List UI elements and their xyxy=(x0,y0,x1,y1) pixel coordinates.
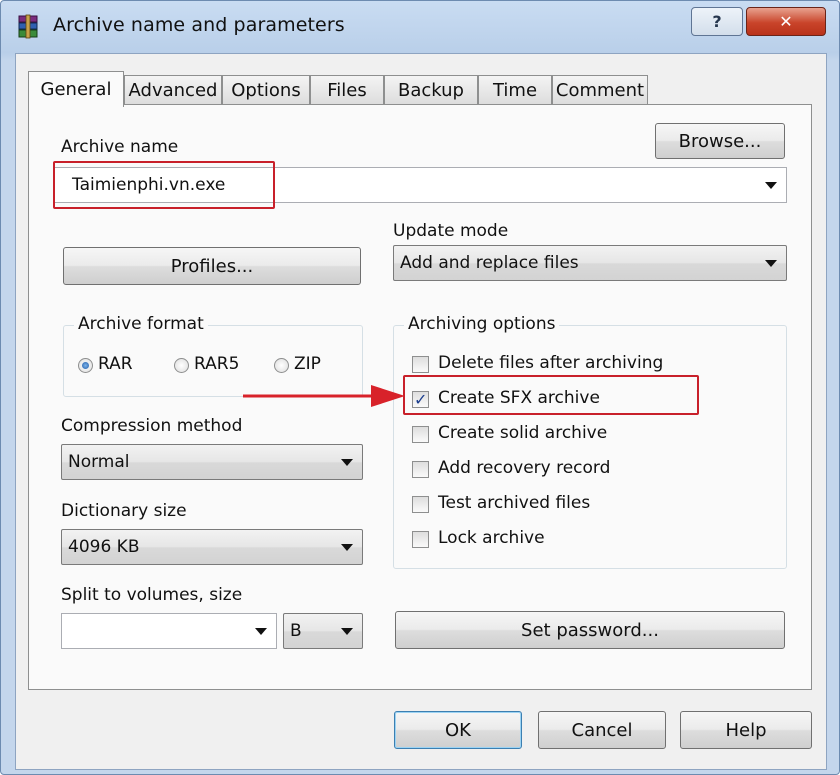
checkbox-lock-archive[interactable] xyxy=(412,531,429,548)
update-mode-value: Add and replace files xyxy=(400,253,579,273)
create-solid-label[interactable]: Create solid archive xyxy=(438,423,607,443)
winrar-app-icon xyxy=(18,14,38,39)
split-volumes-label: Split to volumes, size xyxy=(61,585,243,605)
lock-archive-label[interactable]: Lock archive xyxy=(438,528,545,548)
create-sfx-highlight xyxy=(403,375,699,415)
archive-name-highlight xyxy=(53,161,275,209)
tab-files[interactable]: Files xyxy=(310,75,384,105)
archiving-options-title: Archiving options xyxy=(404,314,560,334)
archive-name-label: Archive name xyxy=(61,137,179,157)
dictionary-size-value: 4096 KB xyxy=(68,537,140,557)
compression-dropdown-icon xyxy=(341,459,353,466)
tab-advanced[interactable]: Advanced xyxy=(124,75,222,105)
help-button[interactable]: Help xyxy=(680,711,812,749)
archiving-options-group: Archiving options Delete files after arc… xyxy=(393,314,787,569)
test-files-label[interactable]: Test archived files xyxy=(438,493,590,513)
update-mode-select[interactable]: Add and replace files xyxy=(393,245,787,281)
title-close-button[interactable]: ✕ xyxy=(746,7,826,36)
window-title: Archive name and parameters xyxy=(53,14,345,36)
split-unit-value: B xyxy=(290,621,302,641)
radio-zip[interactable] xyxy=(274,358,289,373)
tab-comment[interactable]: Comment xyxy=(552,75,648,105)
tab-backup[interactable]: Backup xyxy=(384,75,478,105)
red-arrow-annotation xyxy=(243,385,405,407)
update-mode-label: Update mode xyxy=(393,221,509,241)
cancel-button[interactable]: Cancel xyxy=(538,711,666,749)
tab-options[interactable]: Options xyxy=(222,75,310,105)
radio-rar-label[interactable]: RAR xyxy=(98,354,133,374)
archive-name-dropdown-icon[interactable] xyxy=(765,182,777,189)
dialog-window: Archive name and parameters ? ✕ General … xyxy=(0,0,840,775)
split-unit-select[interactable]: B xyxy=(283,613,363,649)
compression-method-label: Compression method xyxy=(61,416,243,436)
radio-rar5-label[interactable]: RAR5 xyxy=(194,354,239,374)
checkbox-delete-files[interactable] xyxy=(412,356,429,373)
general-tab-panel: Archive name Browse... Taimienphi.vn.exe… xyxy=(28,104,812,690)
split-size-input[interactable] xyxy=(61,613,277,649)
dictionary-dropdown-icon xyxy=(341,544,353,551)
dictionary-size-label: Dictionary size xyxy=(61,501,187,521)
profiles-button[interactable]: Profiles... xyxy=(63,247,361,285)
title-help-button[interactable]: ? xyxy=(691,7,743,36)
title-bar[interactable]: Archive name and parameters ? ✕ xyxy=(1,1,839,55)
checkbox-create-solid[interactable] xyxy=(412,426,429,443)
update-mode-dropdown-icon xyxy=(765,260,777,267)
compression-method-select[interactable]: Normal xyxy=(61,444,363,480)
ok-button[interactable]: OK xyxy=(394,711,522,749)
recovery-record-label[interactable]: Add recovery record xyxy=(438,458,610,478)
tab-time[interactable]: Time xyxy=(478,75,552,105)
checkbox-recovery-record[interactable] xyxy=(412,461,429,478)
split-size-dropdown-icon[interactable] xyxy=(255,628,267,635)
tab-general[interactable]: General xyxy=(28,71,124,107)
radio-rar5[interactable] xyxy=(174,358,189,373)
browse-button[interactable]: Browse... xyxy=(655,123,785,159)
archive-format-title: Archive format xyxy=(74,314,208,334)
dialog-client-area: General Advanced Options Files Backup Ti… xyxy=(15,53,827,770)
dictionary-size-select[interactable]: 4096 KB xyxy=(61,529,363,565)
set-password-button[interactable]: Set password... xyxy=(395,611,785,649)
checkbox-test-files[interactable] xyxy=(412,496,429,513)
delete-files-label[interactable]: Delete files after archiving xyxy=(438,353,663,373)
radio-rar[interactable] xyxy=(78,358,93,373)
compression-method-value: Normal xyxy=(68,452,130,472)
split-unit-dropdown-icon xyxy=(341,628,353,635)
radio-zip-label[interactable]: ZIP xyxy=(294,354,321,374)
